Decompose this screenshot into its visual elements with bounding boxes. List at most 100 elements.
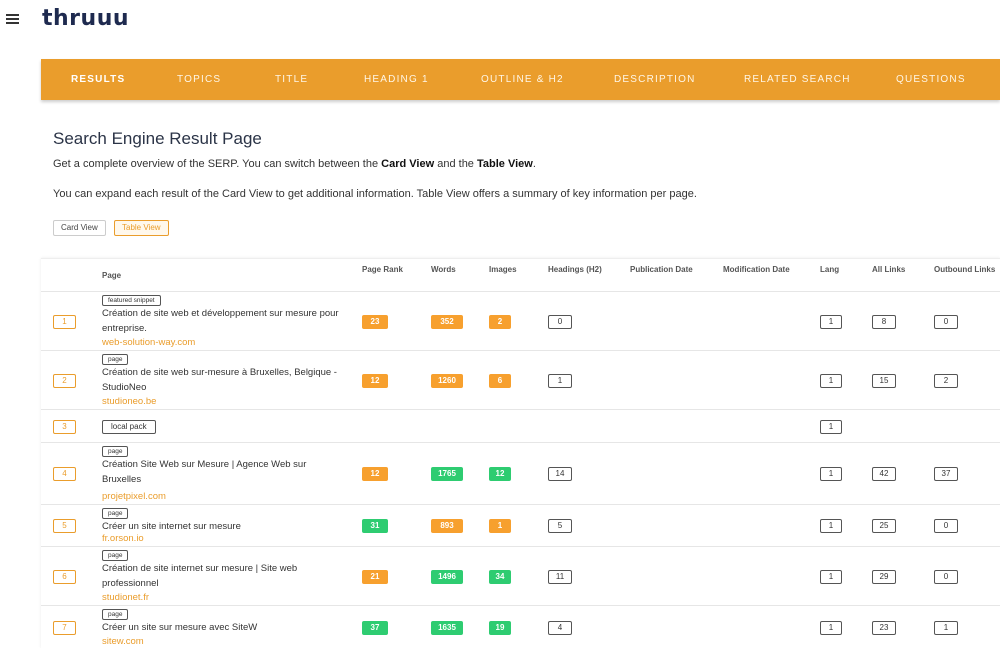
tab-outline-h2[interactable]: OUTLINE & H2	[481, 59, 564, 100]
desc-card-view: Card View	[381, 158, 435, 170]
all-links-count: 29	[872, 570, 896, 584]
words-badge: 1496	[431, 570, 463, 584]
table-view-button[interactable]: Table View	[114, 220, 169, 236]
rank-badge[interactable]: 2	[53, 374, 76, 388]
rank-badge[interactable]: 4	[53, 467, 76, 481]
lang-count: 1	[820, 519, 842, 533]
result-url-link[interactable]: sitew.com	[102, 636, 144, 647]
lang-count: 1	[820, 420, 842, 434]
all-links-count: 25	[872, 519, 896, 533]
desc-text: and the	[434, 158, 477, 170]
headings-count: 14	[548, 467, 572, 481]
result-title: Créer un site sur mesure avec SiteW	[102, 622, 258, 633]
header-headings: Headings (H2)	[548, 265, 602, 274]
result-title: Création de site web et développement su…	[102, 308, 339, 334]
headings-count: 5	[548, 519, 572, 533]
images-badge: 2	[489, 315, 511, 329]
header-publication-date: Publication Date	[630, 265, 693, 274]
page-rank-badge: 31	[362, 519, 388, 533]
table-row: 4 page Création Site Web sur Mesure | Agen…	[41, 442, 1000, 504]
lang-count: 1	[820, 467, 842, 481]
headings-count: 0	[548, 315, 572, 329]
result-type-tag: featured snippet	[102, 295, 161, 306]
all-links-count: 42	[872, 467, 896, 481]
page-rank-badge: 21	[362, 570, 388, 584]
result-title: Création de site internet sur mesure | S…	[102, 563, 298, 589]
result-title: Création Site Web sur Mesure | Agence We…	[102, 459, 307, 485]
result-url-link[interactable]: fr.orson.io	[102, 533, 144, 544]
table-row: 3 local pack 1	[41, 409, 1000, 442]
outbound-count: 0	[934, 519, 958, 533]
words-badge: 1765	[431, 467, 463, 481]
header-modification-date: Modification Date	[723, 265, 790, 274]
tab-results[interactable]: RESULTS	[71, 59, 125, 100]
card-view-button[interactable]: Card View	[53, 220, 106, 236]
table-row: 5 page Créer un site internet sur mesure fr…	[41, 504, 1000, 546]
headings-count: 11	[548, 570, 572, 584]
lang-count: 1	[820, 570, 842, 584]
result-type-tag: page	[102, 508, 129, 519]
page-rank-badge: 37	[362, 621, 388, 635]
rank-badge[interactable]: 6	[53, 570, 76, 584]
header-outbound-links: Outbound Links	[934, 265, 996, 274]
lang-count: 1	[820, 621, 842, 635]
hamburger-icon[interactable]	[6, 14, 19, 24]
result-type-tag: page	[102, 354, 129, 365]
page-rank-badge: 12	[362, 374, 388, 388]
header-words: Words	[431, 265, 456, 274]
all-links-count: 8	[872, 315, 896, 329]
rank-badge[interactable]: 7	[53, 621, 76, 635]
desc-table-view: Table View	[477, 158, 533, 170]
header-images: Images	[489, 265, 517, 274]
words-badge: 1260	[431, 374, 463, 388]
page-rank-badge: 12	[362, 467, 388, 481]
tab-topics[interactable]: TOPICS	[177, 59, 221, 100]
result-url-link[interactable]: studioneo.be	[102, 396, 156, 407]
header-page: Page	[102, 271, 122, 280]
table-row: 7 page Créer un site sur mesure avec SiteW…	[41, 605, 1000, 648]
header-all-links: All Links	[872, 265, 906, 274]
outbound-count: 0	[934, 570, 958, 584]
tab-heading-1[interactable]: HEADING 1	[364, 59, 429, 100]
result-url-link[interactable]: web-solution-way.com	[102, 337, 195, 348]
all-links-count: 23	[872, 621, 896, 635]
outbound-count: 1	[934, 621, 958, 635]
result-type-tag: local pack	[102, 420, 156, 434]
desc-text: .	[532, 158, 536, 170]
result-title: Créer un site internet sur mesure	[102, 521, 241, 532]
words-badge: 352	[431, 315, 463, 329]
tab-title[interactable]: TITLE	[275, 59, 308, 100]
outbound-count: 2	[934, 374, 958, 388]
app-logo[interactable]: thruuu	[42, 6, 129, 31]
page-rank-badge: 23	[362, 315, 388, 329]
rank-badge[interactable]: 5	[53, 519, 76, 533]
outbound-count: 0	[934, 315, 958, 329]
tab-description[interactable]: DESCRIPTION	[614, 59, 696, 100]
words-badge: 1635	[431, 621, 463, 635]
table-row: 1 featured snippet Création de site web et…	[41, 291, 1000, 350]
results-table: Page Page Rank Words Images Headings (H2…	[41, 258, 1000, 648]
result-type-tag: page	[102, 446, 129, 457]
images-badge: 19	[489, 621, 511, 635]
rank-badge[interactable]: 3	[53, 420, 76, 434]
result-url-link[interactable]: studionet.fr	[102, 592, 149, 603]
tab-related-search[interactable]: RELATED SEARCH	[744, 59, 851, 100]
table-row: 2 page Création de site web sur-mesure à B…	[41, 350, 1000, 409]
headings-count: 4	[548, 621, 572, 635]
page-description-1: Get a complete overview of the SERP. You…	[53, 158, 536, 170]
desc-text: Get a complete overview of the SERP. You…	[53, 158, 382, 170]
result-type-tag: page	[102, 550, 129, 561]
lang-count: 1	[820, 315, 842, 329]
header-page-rank: Page Rank	[362, 265, 403, 274]
images-badge: 12	[489, 467, 511, 481]
lang-count: 1	[820, 374, 842, 388]
result-type-tag: page	[102, 609, 129, 620]
rank-badge[interactable]: 1	[53, 315, 76, 329]
result-url-link[interactable]: projetpixel.com	[102, 491, 166, 502]
images-badge: 1	[489, 519, 511, 533]
tab-questions[interactable]: QUESTIONS	[896, 59, 966, 100]
all-links-count: 15	[872, 374, 896, 388]
result-title: Création de site web sur-mesure à Bruxel…	[102, 367, 337, 393]
nav-bar: RESULTS TOPICS TITLE HEADING 1 OUTLINE & H2 D…	[41, 59, 1000, 100]
header-lang: Lang	[820, 265, 840, 274]
